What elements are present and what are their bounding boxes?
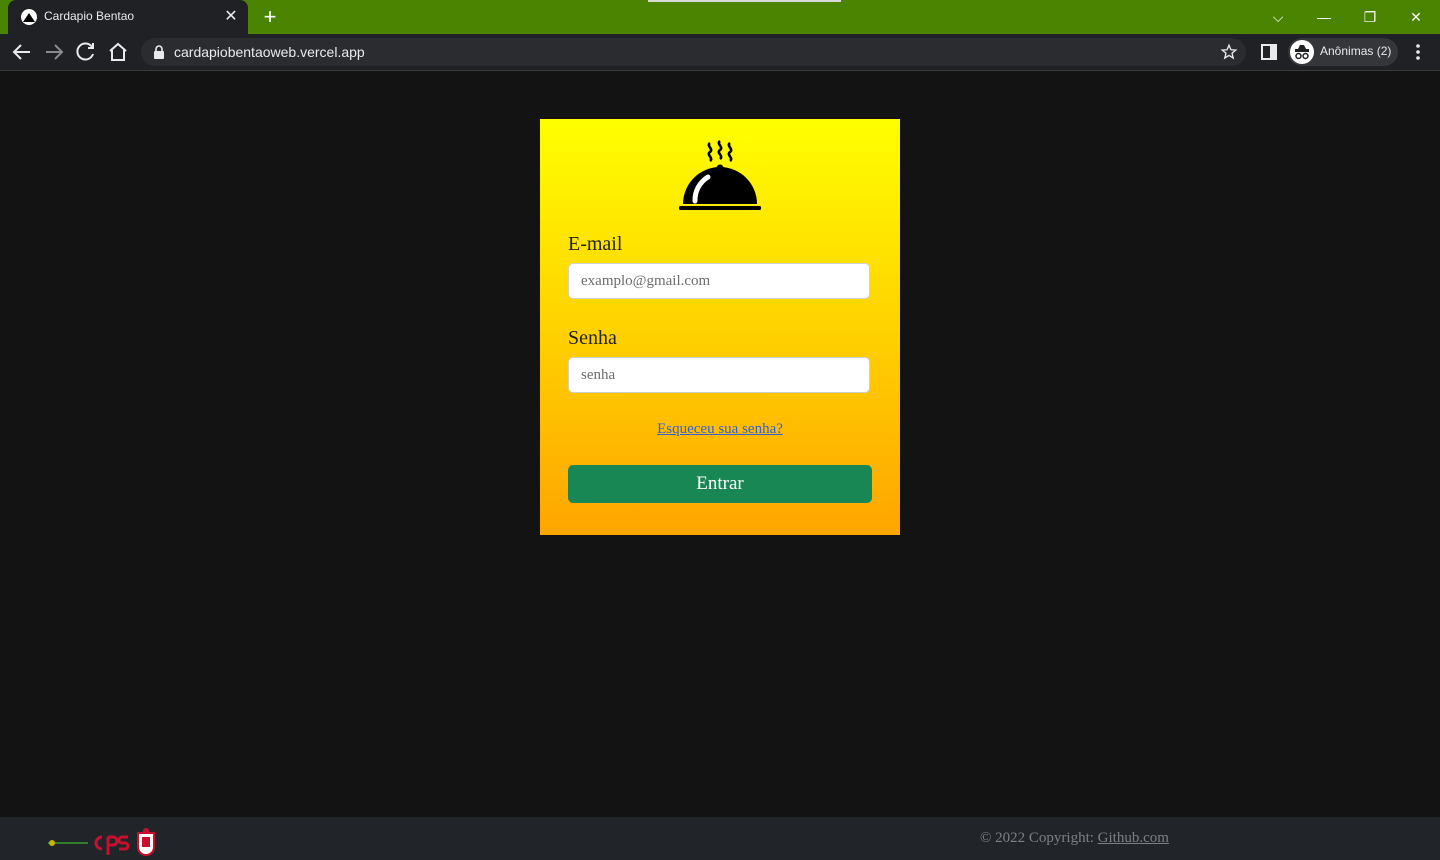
incognito-profile-button[interactable]: Anônimas (2) (1288, 38, 1398, 66)
address-url[interactable]: cardapiobentaoweb.vercel.app (174, 44, 365, 60)
password-input[interactable] (568, 357, 870, 393)
minimize-button[interactable]: — (1312, 5, 1336, 29)
back-arrow-icon[interactable] (10, 40, 34, 64)
copyright-text: © 2022 Copyright: Github.com (980, 830, 1169, 847)
email-input[interactable] (568, 263, 870, 299)
github-link[interactable]: Github.com (1098, 830, 1169, 846)
submit-button[interactable]: Entrar (568, 465, 872, 503)
browser-tab[interactable]: Cardapio Bentao ✕ (8, 0, 248, 34)
side-panel-icon[interactable] (1261, 44, 1277, 60)
profile-label: Anônimas (2) (1320, 44, 1392, 58)
cloche-icon (679, 139, 761, 210)
cps-logo-icon (94, 835, 130, 855)
new-tab-button[interactable]: + (260, 6, 280, 28)
state-coat-of-arms-icon (137, 828, 155, 856)
browser-menu-icon[interactable] (1410, 42, 1426, 62)
tab-search-icon[interactable]: ⌵ (1266, 5, 1290, 29)
sponsor-logos (48, 828, 155, 856)
forward-arrow-icon[interactable] (42, 40, 66, 64)
lock-icon[interactable] (153, 45, 165, 59)
tab-favicon-icon (21, 9, 37, 25)
browser-toolbar: cardapiobentaoweb.vercel.app Anônimas (2… (0, 34, 1440, 71)
bookmark-star-icon[interactable] (1220, 43, 1238, 61)
window-close-button[interactable]: ✕ (1404, 5, 1428, 29)
password-label: Senha (568, 327, 617, 349)
copyright-prefix: © 2022 Copyright: (980, 830, 1098, 846)
reload-icon[interactable] (74, 40, 98, 64)
tab-title: Cardapio Bentao (44, 9, 135, 23)
school-logo-icon (48, 840, 88, 846)
address-bar[interactable]: cardapiobentaoweb.vercel.app (141, 38, 1246, 66)
forgot-password-link[interactable]: Esqueceu sua senha? (540, 421, 900, 438)
email-label: E-mail (568, 233, 623, 255)
page-footer: © 2022 Copyright: Github.com (0, 817, 1440, 860)
tab-close-icon[interactable]: ✕ (222, 8, 240, 26)
home-icon[interactable] (106, 40, 130, 64)
browser-tab-bar: Cardapio Bentao ✕ + ⌵ — ❐ ✕ (0, 0, 1440, 34)
restore-button[interactable]: ❐ (1358, 5, 1382, 29)
tab-strip-indicator (648, 0, 841, 2)
incognito-icon (1290, 40, 1314, 64)
login-card: E-mail Senha Esqueceu sua senha? Entrar (540, 119, 900, 535)
